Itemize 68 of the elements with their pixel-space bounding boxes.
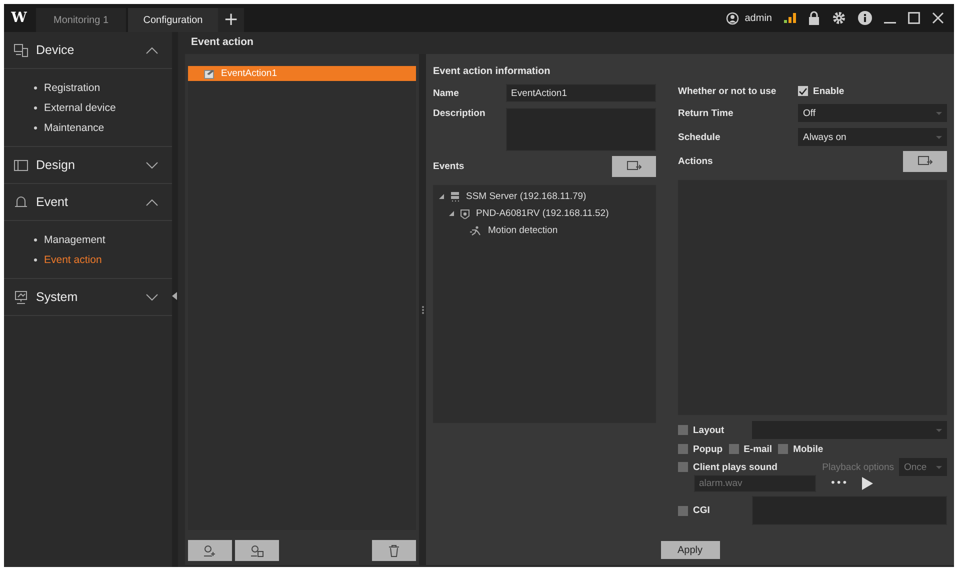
sidebar-section[interactable]: System bbox=[4, 279, 172, 316]
add-tab-button[interactable]: + bbox=[218, 8, 244, 32]
sidebar-section[interactable]: Design bbox=[4, 147, 172, 184]
field-label: Schedule bbox=[678, 132, 722, 142]
field-label: Playback options bbox=[822, 462, 894, 472]
server-icon bbox=[450, 192, 460, 202]
bell-icon bbox=[14, 196, 28, 208]
splitter-handle-icon[interactable] bbox=[422, 306, 424, 314]
info-icon[interactable] bbox=[858, 11, 872, 25]
monitor-arrow-icon bbox=[918, 156, 932, 167]
signal-icon bbox=[784, 13, 796, 23]
copy-button[interactable] bbox=[235, 540, 279, 561]
user-name: admin bbox=[744, 12, 772, 24]
user-copy-icon bbox=[250, 544, 264, 556]
name-field[interactable]: EventAction1 bbox=[506, 84, 656, 102]
monitor-icon bbox=[14, 290, 28, 304]
close-icon[interactable] bbox=[932, 12, 944, 24]
email-checkbox[interactable]: E-mail bbox=[728, 444, 772, 454]
sound-checkbox[interactable]: Client plays sound bbox=[678, 462, 778, 472]
tree-item[interactable]: Motion detection bbox=[433, 222, 656, 239]
expander-icon[interactable] bbox=[449, 211, 454, 216]
maximize-icon[interactable] bbox=[908, 12, 920, 24]
apply-button[interactable]: Apply bbox=[660, 541, 720, 559]
add-action-button[interactable] bbox=[903, 151, 947, 172]
layout-checkbox[interactable]: Layout bbox=[678, 424, 724, 436]
field-label: Name bbox=[433, 88, 460, 98]
user-add-icon bbox=[203, 544, 217, 556]
devices-icon bbox=[14, 44, 28, 56]
play-icon[interactable] bbox=[862, 477, 873, 490]
expander-icon[interactable] bbox=[439, 194, 444, 199]
monitor-arrow-icon bbox=[626, 161, 642, 172]
add-button[interactable] bbox=[188, 540, 232, 561]
tab[interactable]: Monitoring 1 bbox=[36, 8, 126, 32]
delete-button[interactable] bbox=[372, 540, 416, 561]
tree-item[interactable]: SSM Server (192.168.11.79) bbox=[433, 188, 656, 205]
field-label: Whether or not to use bbox=[678, 86, 778, 96]
add-event-button[interactable] bbox=[612, 156, 656, 177]
cgi-checkbox[interactable]: CGI bbox=[678, 505, 710, 516]
app-logo: W bbox=[10, 10, 28, 26]
settings-icon[interactable] bbox=[832, 11, 846, 25]
chevron-icon bbox=[146, 162, 158, 168]
sidebar-section[interactable]: Device bbox=[4, 32, 172, 69]
chevron-icon bbox=[146, 198, 158, 206]
chevron-icon bbox=[146, 294, 158, 300]
schedule-dropdown[interactable]: Always on bbox=[798, 128, 947, 146]
field-label: Return Time bbox=[678, 108, 734, 118]
section-label: Actions bbox=[678, 156, 713, 167]
running-figure-icon bbox=[470, 226, 482, 236]
sidebar-section[interactable]: Event bbox=[4, 184, 172, 221]
page-title: Event action bbox=[190, 35, 254, 50]
camera-icon bbox=[460, 208, 470, 218]
browse-button[interactable]: ••• bbox=[830, 478, 848, 489]
enable-checkbox[interactable]: Enable bbox=[798, 86, 844, 96]
field-label: Description bbox=[433, 108, 486, 119]
section-label: Events bbox=[433, 161, 464, 172]
layout-icon bbox=[14, 158, 28, 172]
edit-icon bbox=[204, 68, 215, 78]
tab[interactable]: Configuration bbox=[128, 8, 218, 32]
section-heading: Event action information bbox=[433, 66, 552, 78]
trash-icon bbox=[389, 544, 399, 556]
return-time-dropdown[interactable]: Off bbox=[798, 104, 947, 122]
lock-icon[interactable] bbox=[808, 11, 820, 25]
mobile-checkbox[interactable]: Mobile bbox=[778, 444, 824, 454]
user-icon[interactable] bbox=[726, 12, 739, 24]
popup-checkbox[interactable]: Popup bbox=[678, 444, 723, 454]
chevron-icon bbox=[146, 46, 158, 54]
checkmark-icon bbox=[799, 88, 807, 94]
tree-item[interactable]: PND-A6081RV (192.168.11.52) bbox=[433, 205, 656, 222]
